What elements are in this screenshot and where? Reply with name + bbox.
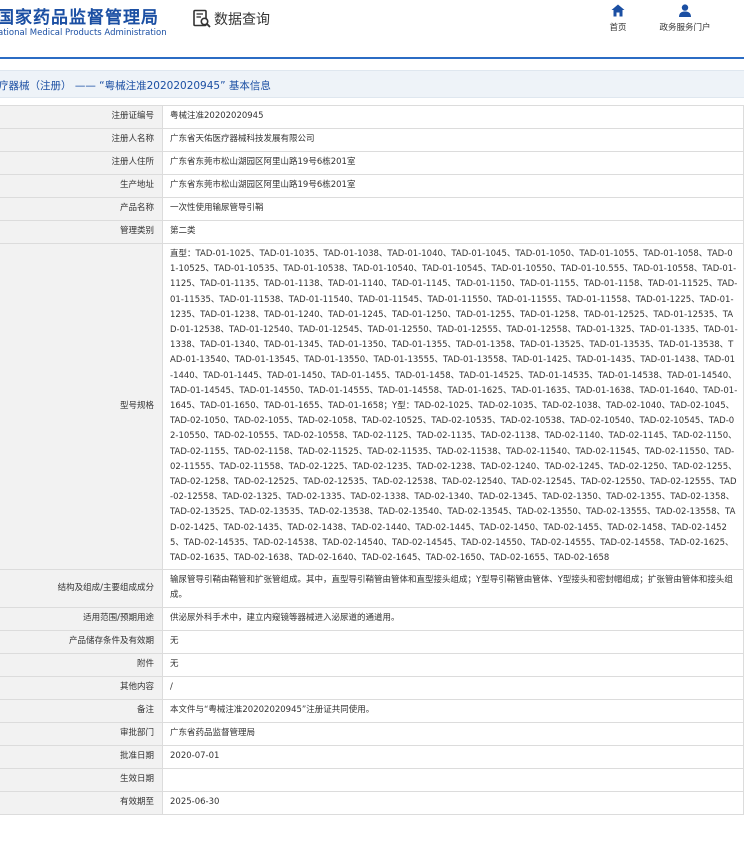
field-label: 结构及组成/主要组成成分 [0, 569, 163, 608]
field-label: 生产地址 [0, 174, 163, 198]
field-value-effective-date [162, 767, 744, 792]
field-value-production-address: 广东省东莞市松山湖园区阿里山路19号6栋201室 [162, 174, 744, 198]
field-label: 注册证编号 [0, 105, 163, 129]
site-header: 国家药品监督管理局 ational Medical Products Admin… [0, 0, 744, 58]
field-label: 产品储存条件及有效期 [0, 629, 163, 654]
table-row: 产品储存条件及有效期 无 [0, 629, 744, 654]
field-label: 型号规格 [0, 242, 163, 571]
user-icon [679, 4, 691, 17]
site-logo-subtitle: ational Medical Products Administration [0, 28, 167, 38]
table-row: 适用范围/预期用途 供泌尿外科手术中，建立内窥镜等器械进入泌尿道的通道用。 [0, 606, 744, 631]
table-row: 生效日期 [0, 767, 744, 792]
field-value-expiry-date: 2025-06-30 [162, 790, 744, 815]
table-row: 备注 本文件与“粤械注准20202020945”注册证共同使用。 [0, 698, 744, 723]
nav-home-label: 首页 [609, 23, 627, 33]
field-value-registrant: 广东省天佑医疗器械科技发展有限公司 [162, 128, 744, 152]
table-row: 注册人住所 广东省东莞市松山湖园区阿里山路19号6栋201室 [0, 151, 744, 175]
field-value-storage: 无 [162, 629, 744, 654]
field-label: 审批部门 [0, 721, 163, 746]
table-row: 注册证编号 粤械注准20202020945 [0, 105, 744, 129]
field-value-attachment: 无 [162, 652, 744, 677]
field-value-category: 第二类 [162, 220, 744, 244]
table-row: 型号规格 直型：TAD-01-1025、TAD-01-1035、TAD-01-1… [0, 242, 744, 571]
table-row: 其他内容 / [0, 675, 744, 700]
field-value-product-name: 一次性使用输尿管导引鞘 [162, 197, 744, 221]
table-row: 附件 无 [0, 652, 744, 677]
field-label: 其他内容 [0, 675, 163, 700]
field-value-other: / [162, 675, 744, 700]
field-label: 有效期至 [0, 790, 163, 815]
page-title-bar: 疗器械（注册） —— “粤械注准20202020945” 基本信息 [0, 70, 744, 98]
page-title: 疗器械（注册） —— “粤械注准20202020945” 基本信息 [0, 80, 271, 92]
registration-info-table: 注册证编号 粤械注准20202020945 注册人名称 广东省天佑医疗器械科技发… [0, 105, 744, 815]
field-value-registrant-address: 广东省东莞市松山湖园区阿里山路19号6栋201室 [162, 151, 744, 175]
site-logo-title[interactable]: 国家药品监督管理局 [0, 3, 159, 28]
table-row: 审批部门 广东省药品监督管理局 [0, 721, 744, 746]
field-value-authority: 广东省药品监督管理局 [162, 721, 744, 746]
field-label: 注册人名称 [0, 128, 163, 152]
field-label: 管理类别 [0, 220, 163, 244]
field-label: 产品名称 [0, 197, 163, 221]
nav-home[interactable]: 首页 [603, 4, 633, 33]
field-value-scope: 供泌尿外科手术中，建立内窥镜等器械进入泌尿道的通道用。 [162, 606, 744, 631]
header-divider [0, 57, 744, 59]
field-label: 附件 [0, 652, 163, 677]
nav-service-portal[interactable]: 政务服务门户 [653, 4, 717, 33]
field-value-approval-date: 2020-07-01 [162, 744, 744, 769]
home-icon [611, 4, 625, 17]
field-value-structure: 输尿管导引鞘由鞘管和扩张管组成。其中，直型导引鞘管由管体和直型接头组成；Y型导引… [162, 569, 744, 608]
field-label: 适用范围/预期用途 [0, 606, 163, 631]
table-row: 生产地址 广东省东莞市松山湖园区阿里山路19号6栋201室 [0, 174, 744, 198]
table-row: 注册人名称 广东省天佑医疗器械科技发展有限公司 [0, 128, 744, 152]
table-row: 管理类别 第二类 [0, 220, 744, 244]
data-query-icon [193, 9, 211, 28]
table-row: 批准日期 2020-07-01 [0, 744, 744, 769]
field-value-model-spec: 直型：TAD-01-1025、TAD-01-1035、TAD-01-1038、T… [162, 242, 744, 571]
table-row: 有效期至 2025-06-30 [0, 790, 744, 815]
data-query-title: 数据查询 [214, 12, 270, 28]
field-value-remark: 本文件与“粤械注准20202020945”注册证共同使用。 [162, 698, 744, 723]
field-label: 批准日期 [0, 744, 163, 769]
table-row: 产品名称 一次性使用输尿管导引鞘 [0, 197, 744, 221]
field-value-reg-no: 粤械注准20202020945 [162, 105, 744, 129]
field-label: 注册人住所 [0, 151, 163, 175]
table-row: 结构及组成/主要组成成分 输尿管导引鞘由鞘管和扩张管组成。其中，直型导引鞘管由管… [0, 569, 744, 608]
nav-service-portal-label: 政务服务门户 [659, 23, 711, 33]
field-label: 生效日期 [0, 767, 163, 792]
field-label: 备注 [0, 698, 163, 723]
